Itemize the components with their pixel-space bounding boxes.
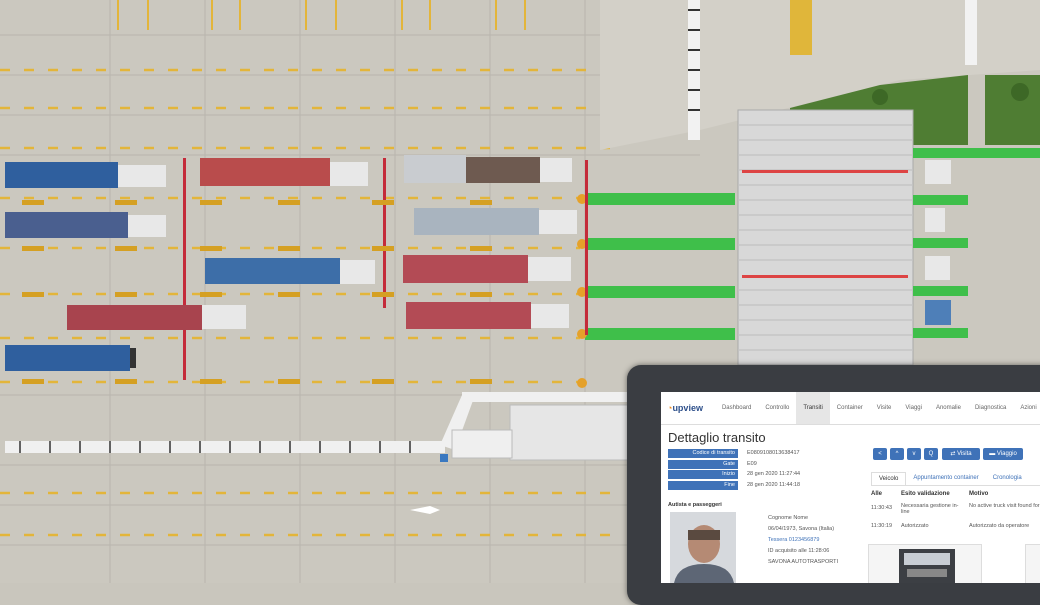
driver-birth: 06/04/1973, Savona (Italia) [768,526,835,532]
truck-icon: ▬ [989,451,997,457]
driver-name: Cognome Nome [768,515,809,521]
visit-button-label: Visita [957,451,972,457]
prev-button[interactable]: < [873,448,887,460]
nav-diagnostica[interactable]: Diagnostica [968,392,1013,424]
tab-divider [871,485,1040,486]
info-label: Gate [668,459,738,469]
info-value: 28 gen 2020 11:27:44 [747,471,801,477]
validation-reason: No active truck visit found for T [969,503,1040,509]
validation-header: Alle Esito validazione Motivo [871,491,988,497]
driver-avatar-icon [670,512,736,583]
nav-anomalie[interactable]: Anomalie [929,392,968,424]
info-value: E09 [747,460,757,467]
tab-cronologia[interactable]: Cronologia [986,472,1029,485]
col-alle: Alle [871,491,883,497]
info-label: Codice di transito [668,449,738,458]
search-button[interactable]: Q [924,448,938,460]
nav-dashboard[interactable]: Dashboard [715,392,758,424]
top-navigation: ◔upview Dashboard Controllo Transiti Con… [661,392,1040,425]
trip-button[interactable]: ▬ Viaggio [983,448,1023,460]
transit-info-table: Codice di transito E0809108013638417 Gate… [668,449,863,491]
driver-badge[interactable]: Tessera 0123456879 [768,535,838,546]
down-button[interactable]: v [907,448,921,460]
nav-azioni[interactable]: Azioni [1013,392,1040,424]
detail-tabs: Veicolo Appuntamento container Cronologi… [871,472,1029,485]
validation-time: 11:30:43 [871,505,893,511]
logo-text: upview [672,403,703,413]
upview-logo[interactable]: ◔upview [667,403,703,413]
info-row: Fine 28 gen 2020 11:44:18 [668,480,863,490]
page-title: Dettaglio transito [668,430,766,445]
driver-company: SAVONA AUTOTRASPORTI [768,559,838,565]
truck-snapshot-icon [899,549,955,583]
tab-veicolo[interactable]: Veicolo [871,472,907,485]
section-label: Autista e passeggeri [668,502,722,508]
up-button[interactable]: ^ [890,448,904,460]
info-value: 28 gen 2020 11:44:18 [747,481,801,488]
info-row: Inizio 28 gen 2020 11:27:44 [668,470,863,479]
camera-snapshot[interactable] [868,544,982,583]
nav-container[interactable]: Container [830,392,870,424]
col-esito: Esito validazione [901,491,950,497]
driver-acquired: ID acquisito alle 11:28:06 [768,548,830,554]
tab-appuntamento-container[interactable]: Appuntamento container [906,472,985,485]
validation-reason: Autorizzato da operatore [969,523,1030,529]
driver-photo [670,512,736,583]
info-value: E0809108013638417 [747,450,800,456]
info-row: Gate E09 [668,459,863,469]
camera-snapshot[interactable] [1025,544,1040,583]
visit-button[interactable]: ⇄ Visita [942,448,980,460]
col-motivo: Motivo [969,491,989,497]
nav-controllo[interactable]: Controllo [758,392,796,424]
validation-result: Autorizzato [901,523,929,529]
trip-button-label: Viaggio [996,451,1017,457]
nav-transiti[interactable]: Transiti [796,392,830,424]
nav-visite[interactable]: Visite [870,392,899,424]
validation-row: 11:30:19 Autorizzato Autorizzato da oper… [871,523,1040,529]
nav-viaggi[interactable]: Viaggi [898,392,929,424]
info-label: Inizio [668,470,738,479]
app-screen: ◔upview Dashboard Controllo Transiti Con… [661,392,1040,583]
driver-details: Cognome Nome 06/04/1973, Savona (Italia)… [768,513,838,568]
validation-time: 11:30:19 [871,523,893,529]
info-row: Codice di transito E0809108013638417 [668,449,863,458]
validation-row: 11:30:43 Necessaria gestione in-line No … [871,503,1040,515]
validation-result: Necessaria gestione in-line [901,503,959,515]
info-label: Fine [668,480,738,490]
